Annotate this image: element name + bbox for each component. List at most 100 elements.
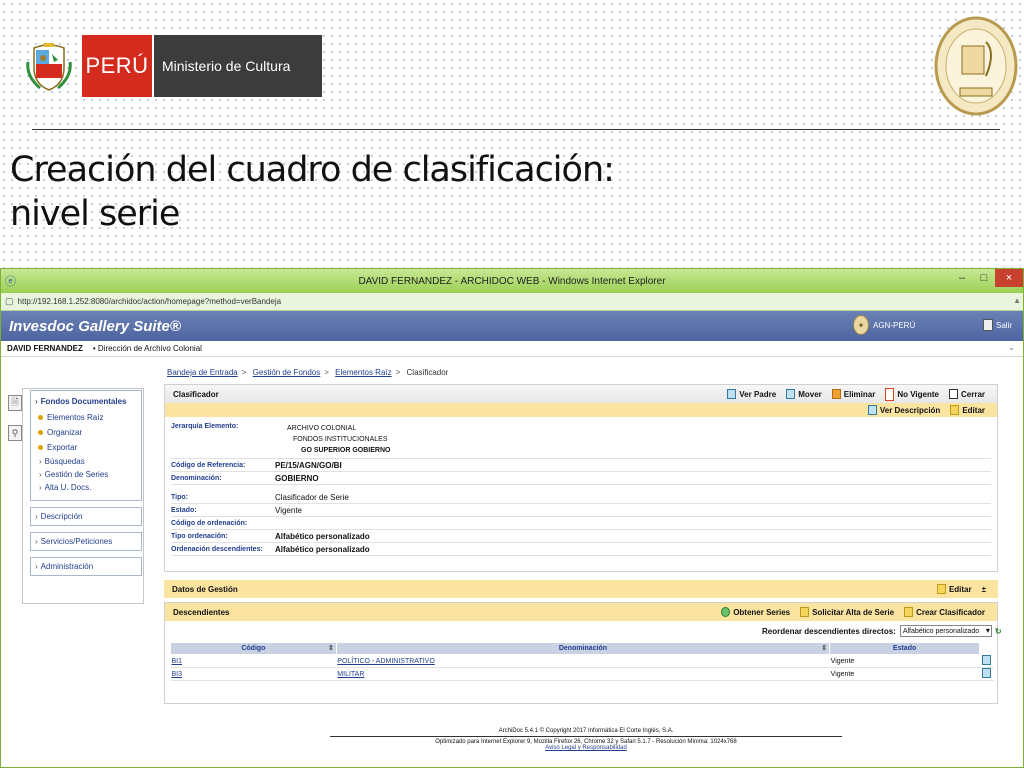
- field-value: PE/15/AGN/GO/BI: [275, 460, 342, 470]
- salir-label: Salir: [996, 320, 1013, 330]
- refresh-icon: [721, 607, 731, 617]
- cell-codigo[interactable]: BI1: [170, 654, 337, 668]
- bullet-icon: [38, 430, 43, 435]
- user-bar: DAVID FERNANDEZ • Dirección de Archivo C…: [1, 341, 1023, 357]
- solicitar-alta-label: Solicitar Alta de Serie: [812, 607, 895, 617]
- sort-icon[interactable]: ⇕: [328, 644, 334, 652]
- user-name: DAVID FERNANDEZ: [7, 344, 83, 353]
- breadcrumb-separator: >: [241, 368, 247, 377]
- field-label: Código de ordenación:: [171, 519, 248, 527]
- nav-sub-gestion-series[interactable]: Gestión de Series: [31, 468, 141, 481]
- mover-button[interactable]: Mover: [786, 389, 822, 399]
- slide-title-line-2: nivel serie: [10, 193, 180, 234]
- app-footer: ArchiDoc 5.4.1 © Copyright 2017 Informát…: [330, 728, 842, 751]
- breadcrumb-elementos-raiz[interactable]: Elementos Raíz: [335, 368, 391, 377]
- solicitar-alta-button[interactable]: Solicitar Alta de Serie: [800, 607, 894, 617]
- ministry-brand-box: Ministerio de Cultura: [154, 35, 322, 97]
- cell-codigo[interactable]: BI3: [170, 667, 337, 681]
- column-header-label: Estado: [892, 645, 917, 652]
- descendientes-title: Descendientes: [173, 607, 230, 617]
- no-vigente-icon: [885, 387, 895, 401]
- nav-item-exportar[interactable]: Exportar: [31, 440, 141, 455]
- cerrar-button[interactable]: Cerrar: [948, 389, 985, 399]
- crear-clasificador-button[interactable]: Crear Clasificador: [904, 607, 985, 617]
- footer-copyright: ArchiDoc 5.4.1 © Copyright 2017 Informát…: [498, 728, 674, 734]
- ver-padre-button[interactable]: Ver Padre: [727, 389, 776, 399]
- nav-sub-busquedas[interactable]: Búsquedas: [31, 455, 141, 468]
- expand-icon[interactable]: ±: [982, 585, 986, 594]
- gestion-title: Datos de Gestión: [172, 584, 238, 594]
- field-row: Tipo: Clasificador de Serie: [171, 491, 991, 504]
- jerarquia-row: Jerarquía Elemento: ARCHIVO COLONIAL FON…: [171, 421, 991, 459]
- window-title: DAVID FERNANDEZ - ARCHIDOC WEB - Windows…: [358, 275, 666, 287]
- breadcrumb-separator: >: [324, 368, 329, 377]
- breadcrumb-gestion-fondos[interactable]: Gestión de Fondos: [253, 368, 321, 377]
- cell-denominacion[interactable]: MILITAR: [336, 667, 830, 681]
- agn-badge: ✦ AGN-PERÚ: [853, 315, 915, 335]
- nav-sub-alta-docs[interactable]: Alta U. Docs.: [31, 481, 141, 494]
- document-tool-icon[interactable]: 🗎: [8, 395, 22, 411]
- field-label: Denominación:: [171, 474, 222, 482]
- nav-item-label: Elementos Raíz: [47, 413, 104, 422]
- maximize-icon[interactable]: □: [973, 269, 995, 287]
- field-row: Código de ordenación:: [171, 517, 991, 530]
- obtener-series-button[interactable]: Obtener Series: [721, 607, 790, 617]
- tree-tool-icon[interactable]: ⚲: [8, 425, 22, 441]
- field-label: Ordenación descendientes:: [171, 545, 263, 553]
- slide-title: Creación del cuadro de clasificación: ni…: [10, 149, 910, 237]
- column-header-codigo[interactable]: Código ⇕: [170, 642, 337, 655]
- column-header-estado[interactable]: Estado: [829, 642, 980, 655]
- field-row: Denominación: GOBIERNO: [171, 472, 991, 485]
- ie-logo-icon: ⓔ: [5, 276, 16, 288]
- nav-item-organizar[interactable]: Organizar: [31, 425, 141, 440]
- eliminar-label: Eliminar: [843, 389, 876, 399]
- breadcrumb-current: Clasificador: [406, 368, 449, 377]
- page-icon: ▢: [5, 296, 14, 306]
- cell-denominacion[interactable]: POLÍTICO - ADMINISTRATIVO: [336, 654, 830, 668]
- aviso-legal-link[interactable]: Aviso Legal y Responsabilidad: [545, 745, 627, 751]
- nav-descripcion[interactable]: Descripción: [30, 507, 142, 526]
- reorder-select[interactable]: Alfabético personalizado: [899, 625, 992, 637]
- breadcrumb-separator: >: [395, 368, 401, 377]
- clasificador-subactions: Ver Descripción Editar: [165, 403, 997, 417]
- nav-item-elementos-raiz[interactable]: Elementos Raíz: [31, 410, 141, 425]
- close-icon[interactable]: ×: [995, 269, 1023, 287]
- close-box-icon: [948, 389, 958, 399]
- gestion-header: Datos de Gestión Editar ±: [164, 580, 998, 598]
- column-header-label: Código: [241, 645, 266, 652]
- tree-node: ARCHIVO COLONIAL: [287, 425, 357, 432]
- chevron-down-icon[interactable]: ⌄: [1008, 343, 1015, 352]
- field-value: GOBIERNO: [275, 473, 319, 483]
- jerarquia-tree: ARCHIVO COLONIAL FONDOS INSTITUCIONALES …: [281, 423, 390, 456]
- nav-section-fondos[interactable]: Fondos Documentales: [31, 395, 141, 408]
- descendientes-table: Código ⇕ Denominación ⇕ Estado BI1 POLÍTIC…: [170, 642, 995, 681]
- view-detail-icon[interactable]: [979, 667, 994, 681]
- scroll-up-icon[interactable]: ▲: [1013, 296, 1021, 305]
- sort-icon[interactable]: ⇕: [821, 644, 827, 652]
- ver-descripcion-button[interactable]: Ver Descripción: [867, 405, 941, 415]
- address-url[interactable]: http://192.168.1.252:8080/archidoc/actio…: [18, 297, 282, 306]
- clasificador-fields: Jerarquía Elemento: ARCHIVO COLONIAL FON…: [165, 417, 997, 560]
- column-header-denominacion[interactable]: Denominación ⇕: [335, 642, 831, 655]
- ver-descripcion-label: Ver Descripción: [879, 405, 941, 415]
- minimize-icon[interactable]: –: [951, 269, 973, 287]
- breadcrumb-bandeja[interactable]: Bandeja de Entrada: [167, 368, 238, 377]
- view-detail-icon[interactable]: [979, 654, 994, 668]
- nav-item-label: Exportar: [47, 443, 78, 452]
- nav-administracion[interactable]: Administración: [30, 557, 142, 576]
- search-doc-icon: [867, 405, 877, 415]
- nav-servicios[interactable]: Servicios/Peticiones: [30, 532, 142, 551]
- field-label: Estado:: [171, 506, 197, 514]
- no-vigente-button[interactable]: No Vigente: [885, 387, 939, 401]
- field-label: Tipo:: [171, 493, 188, 501]
- nav-fondos-panel: Fondos Documentales Elementos Raíz Organ…: [30, 390, 142, 501]
- gestion-editar-button[interactable]: Editar: [936, 584, 972, 594]
- editar-button[interactable]: Editar: [950, 405, 985, 415]
- clasificador-title: Clasificador: [173, 389, 219, 399]
- apply-refresh-icon[interactable]: ↻: [995, 627, 1002, 636]
- address-bar[interactable]: ▢ http://192.168.1.252:8080/archidoc/act…: [1, 293, 1023, 311]
- salir-button[interactable]: Salir: [983, 319, 1012, 331]
- eliminar-button[interactable]: Eliminar: [831, 389, 876, 399]
- cerrar-label: Cerrar: [960, 389, 985, 399]
- door-icon: [983, 319, 993, 331]
